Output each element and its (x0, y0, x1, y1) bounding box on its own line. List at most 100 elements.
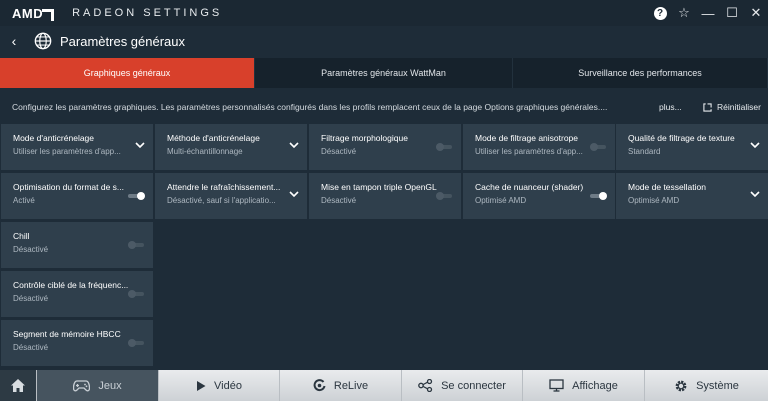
chevron-down-icon (289, 142, 299, 149)
nav-label: Affichage (572, 379, 618, 392)
chevron-down-icon (750, 191, 760, 198)
setting-texture-filtering-quality[interactable]: Qualité de filtrage de texture Standard (616, 124, 768, 170)
gamepad-icon (73, 379, 91, 391)
window-controls: ? ☆ — ☐ ✕ (648, 0, 768, 26)
star-icon: ☆ (678, 5, 690, 20)
setting-label: Mode de filtrage anisotrope (475, 133, 579, 143)
setting-label: Cache de nuanceur (shader) (475, 182, 584, 192)
toggle-switch[interactable] (128, 339, 144, 347)
setting-anti-aliasing-method[interactable]: Méthode d'anticrénelage Multi-échantillo… (155, 124, 307, 170)
setting-label: Attendre le rafraîchissement... (167, 182, 281, 192)
setting-label: Chill (13, 231, 30, 241)
setting-opengl-triple-buffering[interactable]: Mise en tampon triple OpenGL Désactivé (309, 173, 461, 219)
setting-morphological-filtering[interactable]: Filtrage morphologique Désactivé (309, 124, 461, 170)
app-name: RADEON SETTINGS (72, 7, 223, 19)
setting-value: Désactivé (13, 245, 49, 254)
title-bar: AMD RADEON SETTINGS ? ☆ — ☐ ✕ (0, 0, 768, 26)
setting-value: Désactivé, sauf si l'applicatio... (167, 196, 276, 205)
relive-icon (313, 379, 326, 392)
setting-anti-aliasing-mode[interactable]: Mode d'anticrénelage Utiliser les paramè… (1, 124, 153, 170)
setting-label: Segment de mémoire HBCC (13, 329, 121, 339)
tab-wattman[interactable]: Paramètres généraux WattMan (255, 58, 513, 88)
nav-systeme[interactable]: Système (645, 370, 768, 401)
favorite-button[interactable]: ☆ (672, 0, 696, 26)
setting-value: Désactivé (13, 343, 49, 352)
home-button[interactable] (0, 370, 37, 401)
close-button[interactable]: ✕ (744, 0, 768, 26)
setting-surface-format-optimization[interactable]: Optimisation du format de s... Activé (1, 173, 153, 219)
play-icon (197, 380, 206, 391)
nav-relive[interactable]: ReLive (280, 370, 402, 401)
nav-label: Jeux (98, 379, 122, 392)
minimize-icon: — (701, 5, 715, 21)
setting-hbcc-memory-segment[interactable]: Segment de mémoire HBCC Désactivé (1, 320, 153, 366)
maximize-icon: ☐ (726, 5, 738, 20)
nav-label: Vidéo (214, 379, 242, 392)
page-header: ‹ Paramètres généraux (0, 26, 768, 56)
gear-icon (675, 380, 687, 391)
setting-shader-cache[interactable]: Cache de nuanceur (shader) Optimisé AMD (463, 173, 615, 219)
chevron-down-icon (289, 191, 299, 198)
info-bar: Configurez les paramètres graphiques. Le… (0, 96, 768, 118)
reset-label: Réinitialiser (717, 102, 761, 112)
setting-value: Activé (13, 196, 35, 205)
globe-icon (34, 32, 52, 50)
toggle-switch[interactable] (128, 290, 144, 298)
home-icon (11, 379, 25, 392)
setting-value: Utiliser les paramètres d'app... (475, 147, 583, 156)
setting-value: Standard (628, 147, 661, 156)
back-icon: ‹ (11, 33, 17, 49)
setting-value: Optimisé AMD (475, 196, 527, 205)
maximize-button[interactable]: ☐ (720, 0, 744, 26)
close-icon: ✕ (750, 5, 762, 20)
setting-value: Multi-échantillonnage (167, 147, 243, 156)
setting-label: Mise en tampon triple OpenGL (321, 182, 437, 192)
help-button[interactable]: ? (648, 0, 672, 26)
amd-arrow-icon (42, 8, 55, 21)
settings-grid: Mode d'anticrénelage Utiliser les paramè… (0, 124, 768, 370)
setting-value: Désactivé (13, 294, 49, 303)
help-icon: ? (653, 6, 667, 20)
settings-tabs: Graphiques généraux Paramètres généraux … (0, 58, 768, 88)
chevron-down-icon (750, 142, 760, 149)
setting-label: Filtrage morphologique (321, 133, 408, 143)
bottom-navigation: Jeux Vidéo ReLive Se connecter Affichage (0, 370, 768, 401)
nav-video[interactable]: Vidéo (159, 370, 280, 401)
setting-label: Mode d'anticrénelage (13, 133, 95, 143)
tab-surveillance-performances[interactable]: Surveillance des performances (513, 58, 768, 88)
setting-label: Mode de tessellation (628, 182, 706, 192)
nav-affichage[interactable]: Affichage (523, 370, 645, 401)
amd-logo: AMD RADEON SETTINGS (12, 6, 222, 21)
setting-label: Méthode d'anticrénelage (167, 133, 260, 143)
setting-wait-vertical-refresh[interactable]: Attendre le rafraîchissement... Désactiv… (155, 173, 307, 219)
reset-icon (703, 102, 712, 112)
nav-label: ReLive (333, 379, 369, 392)
setting-tessellation-mode[interactable]: Mode de tessellation Optimisé AMD (616, 173, 768, 219)
toggle-switch[interactable] (436, 143, 452, 151)
reset-button[interactable]: Réinitialiser (703, 102, 761, 112)
setting-chill[interactable]: Chill Désactivé (1, 222, 153, 268)
setting-label: Contrôle ciblé de la fréquenc... (13, 280, 129, 290)
monitor-icon (549, 379, 564, 392)
info-description: Configurez les paramètres graphiques. Le… (12, 102, 608, 112)
toggle-switch[interactable] (590, 192, 607, 200)
more-link[interactable]: plus... (659, 102, 682, 112)
nav-label: Se connecter (441, 379, 506, 392)
nav-jeux[interactable]: Jeux (37, 370, 159, 401)
toggle-switch[interactable] (128, 192, 145, 200)
connect-icon (418, 379, 433, 392)
minimize-button[interactable]: — (696, 0, 720, 26)
setting-anisotropic-filtering[interactable]: Mode de filtrage anisotrope Utiliser les… (463, 124, 615, 170)
toggle-switch[interactable] (436, 192, 452, 200)
setting-value: Utiliser les paramètres d'app... (13, 147, 121, 156)
toggle-switch[interactable] (128, 241, 144, 249)
toggle-switch[interactable] (590, 143, 606, 151)
brand-name: AMD (12, 5, 44, 21)
nav-se-connecter[interactable]: Se connecter (402, 370, 523, 401)
setting-value: Désactivé (321, 196, 357, 205)
setting-value: Optimisé AMD (628, 196, 680, 205)
back-button[interactable]: ‹ (2, 26, 26, 56)
setting-label: Optimisation du format de s... (13, 182, 125, 192)
tab-graphiques-generaux[interactable]: Graphiques généraux (0, 58, 255, 88)
setting-frame-rate-target-control[interactable]: Contrôle ciblé de la fréquenc... Désacti… (1, 271, 153, 317)
